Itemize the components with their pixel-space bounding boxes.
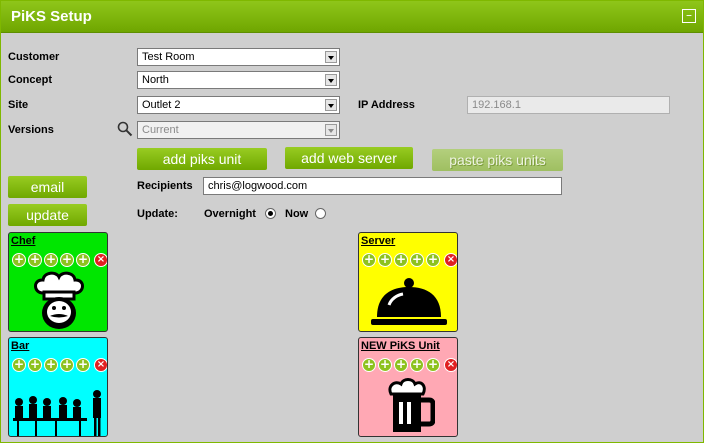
plus-icon[interactable]: +	[394, 358, 408, 372]
piks-setup-panel: PiKS Setup – Customer Test Room Concept …	[0, 0, 704, 443]
ip-address-value: 192.168.1	[472, 99, 521, 111]
recipients-label: Recipients	[137, 180, 193, 192]
versions-label: Versions	[8, 124, 54, 136]
plus-icon[interactable]: +	[378, 358, 392, 372]
customer-label: Customer	[8, 51, 60, 63]
email-button[interactable]: email	[8, 176, 87, 198]
site-value: Outlet 2	[142, 99, 181, 111]
ip-address-field: 192.168.1	[467, 96, 670, 114]
add-piks-unit-button[interactable]: add piks unit	[137, 148, 267, 170]
chevron-down-icon[interactable]	[325, 51, 337, 63]
customer-value: Test Room	[142, 51, 195, 63]
update-button[interactable]: update	[8, 204, 87, 226]
title-bar: PiKS Setup –	[1, 1, 703, 33]
chevron-down-icon[interactable]	[325, 74, 337, 86]
tile-name[interactable]: Server	[361, 235, 395, 247]
tile-name[interactable]: Bar	[11, 340, 29, 352]
minimize-button[interactable]: –	[682, 9, 696, 23]
update-mode-label: Update:	[137, 208, 178, 220]
overnight-radio[interactable]	[265, 208, 276, 219]
tile-name[interactable]: Chef	[11, 235, 35, 247]
add-web-server-button[interactable]: add web server	[285, 147, 413, 169]
chevron-down-icon	[325, 124, 337, 136]
search-icon[interactable]	[117, 121, 133, 137]
paste-piks-units-button: paste piks units	[432, 149, 563, 171]
concept-value: North	[142, 74, 169, 86]
unit-tile-chef[interactable]: Chef + + + + + ×	[8, 232, 108, 332]
plus-icon[interactable]: +	[60, 358, 74, 372]
diners-icon	[13, 390, 101, 436]
delete-icon[interactable]: ×	[444, 253, 457, 267]
customer-select[interactable]: Test Room	[137, 48, 340, 66]
plus-icon[interactable]: +	[44, 253, 58, 267]
plus-icon[interactable]: +	[12, 358, 26, 372]
plus-icon[interactable]: +	[60, 253, 74, 267]
chevron-down-icon[interactable]	[325, 99, 337, 111]
plus-icon[interactable]: +	[76, 358, 90, 372]
ip-address-label: IP Address	[358, 99, 415, 111]
concept-select[interactable]: North	[137, 71, 340, 89]
versions-select: Current	[137, 121, 340, 139]
now-label: Now	[285, 208, 309, 220]
plus-icon[interactable]: +	[378, 253, 392, 267]
delete-icon[interactable]: ×	[444, 358, 457, 372]
plus-icon[interactable]: +	[410, 253, 424, 267]
concept-label: Concept	[8, 74, 52, 86]
plus-icon[interactable]: +	[44, 358, 58, 372]
plus-icon[interactable]: +	[12, 253, 26, 267]
unit-tile-bar[interactable]: Bar + + + + + ×	[8, 337, 108, 437]
unit-tile-server[interactable]: Server + + + + + ×	[358, 232, 458, 332]
recipients-value: chris@logwood.com	[208, 180, 308, 192]
versions-value: Current	[142, 124, 179, 136]
cloche-icon	[371, 278, 447, 325]
recipients-input[interactable]: chris@logwood.com	[203, 177, 562, 195]
delete-icon[interactable]: ×	[94, 253, 107, 267]
plus-icon[interactable]: +	[410, 358, 424, 372]
plus-icon[interactable]: +	[28, 358, 42, 372]
plus-icon[interactable]: +	[426, 358, 440, 372]
plus-icon[interactable]: +	[362, 358, 376, 372]
plus-icon[interactable]: +	[28, 253, 42, 267]
beer-mug-icon	[388, 378, 435, 432]
site-label: Site	[8, 99, 29, 111]
panel-title: PiKS Setup	[11, 8, 92, 25]
site-select[interactable]: Outlet 2	[137, 96, 340, 114]
chef-icon	[34, 271, 84, 329]
tile-name[interactable]: NEW PiKS Unit	[361, 340, 440, 352]
delete-icon[interactable]: ×	[94, 358, 107, 372]
plus-icon[interactable]: +	[76, 253, 90, 267]
overnight-label: Overnight	[204, 208, 256, 220]
plus-icon[interactable]: +	[394, 253, 408, 267]
plus-icon[interactable]: +	[426, 253, 440, 267]
now-radio[interactable]	[315, 208, 326, 219]
unit-tile-new-piks-unit[interactable]: NEW PiKS Unit + + + + + ×	[358, 337, 458, 437]
plus-icon[interactable]: +	[362, 253, 376, 267]
